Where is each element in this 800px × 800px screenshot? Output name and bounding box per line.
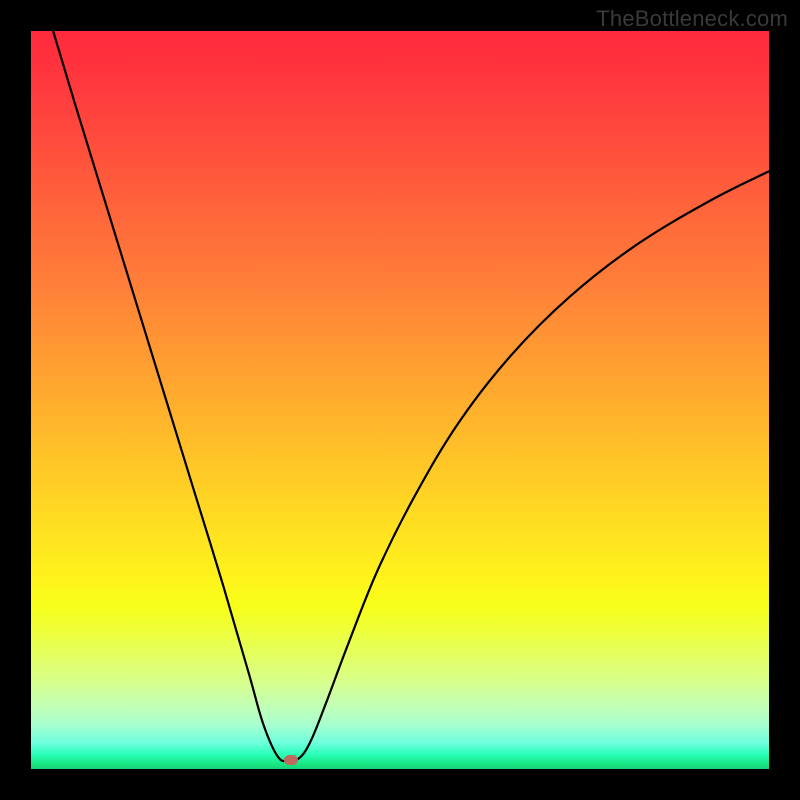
bottleneck-curve [31,31,769,769]
plot-area [31,31,769,769]
chart-container: TheBottleneck.com [0,0,800,800]
curve-path [53,31,769,761]
minimum-marker [284,755,298,765]
watermark-text: TheBottleneck.com [596,6,788,32]
